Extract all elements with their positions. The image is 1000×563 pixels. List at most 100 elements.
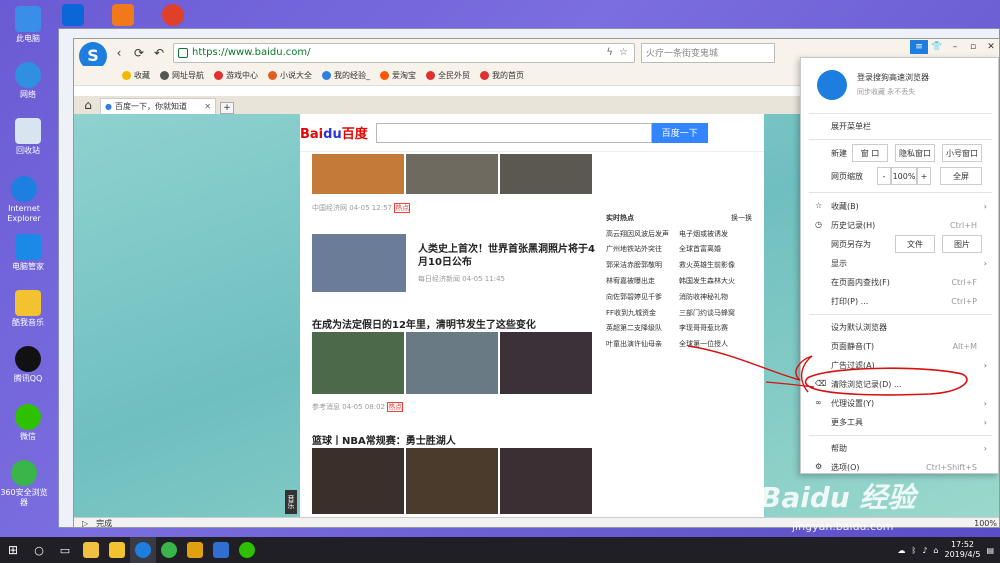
hot-item[interactable]: 高云翔因风波后发声 <box>606 229 679 239</box>
desktop-icon-ie[interactable]: Internet Explorer <box>0 176 50 224</box>
bookmark-item[interactable]: 收藏 <box>122 70 150 81</box>
menu-help[interactable]: 帮助 › <box>831 441 991 455</box>
undo-icon[interactable]: ↶ <box>151 45 167 61</box>
bookmark-item[interactable]: 全民外贸 <box>426 70 470 81</box>
search-box[interactable]: 火疗一条街变鬼城 <box>641 42 775 63</box>
news-title[interactable]: 篮球丨NBA常规赛：勇士胜湖人 <box>312 432 456 447</box>
hot-item[interactable]: 向佐郭碧婷见千爹 <box>606 292 679 302</box>
news-image[interactable] <box>406 332 498 394</box>
search-icon[interactable]: ○ <box>26 537 52 563</box>
back-icon[interactable]: ‹ <box>111 45 127 61</box>
menu-options[interactable]: 选项(O) Ctrl+Shift+S <box>831 460 991 474</box>
zoom-in-button[interactable]: + <box>917 167 931 185</box>
hot-item[interactable]: 全球首富离婚 <box>679 244 752 254</box>
new-tab-button[interactable]: + <box>220 102 234 114</box>
book-app-icon[interactable] <box>208 537 234 563</box>
hot-item[interactable]: 叶童出演许仙母亲 <box>606 339 679 349</box>
desktop-icon-kuwo[interactable]: 酷我音乐 <box>0 290 56 328</box>
skin-icon[interactable]: 👕 <box>928 40 946 54</box>
windows-store-icon[interactable] <box>60 4 86 28</box>
desktop-icon-recycle-bin[interactable]: 回收站 <box>0 118 56 156</box>
close-icon[interactable]: ✕ <box>982 40 1000 54</box>
menu-clear-history[interactable]: 清除浏览记录(D) ... <box>831 377 991 391</box>
bookmark-item[interactable]: 我的首页 <box>480 70 524 81</box>
music-app-icon[interactable] <box>110 4 136 28</box>
bookmark-item[interactable]: 网址导航 <box>160 70 204 81</box>
home-icon[interactable]: ⌂ <box>80 97 96 113</box>
hot-item[interactable]: 李现哥哥惹比赛 <box>679 323 752 333</box>
hot-item[interactable]: 英超第二支降级队 <box>606 323 679 333</box>
bookmark-item[interactable]: 爱淘宝 <box>380 70 416 81</box>
menu-favorites[interactable]: 收藏(B) › <box>831 199 991 213</box>
network-icon[interactable]: ⌂ <box>933 546 938 555</box>
hot-item[interactable]: 三部门约谈马蜂窝 <box>679 308 752 318</box>
desktop-icon-wechat[interactable]: 微信 <box>0 404 56 442</box>
minimize-icon[interactable]: – <box>946 40 964 54</box>
cloud-icon[interactable]: ☁ <box>898 546 906 555</box>
menu-icon[interactable]: ≡ <box>910 40 928 54</box>
menu-display[interactable]: 显示 › <box>831 256 991 270</box>
tab-baidu[interactable]: ● 百度一下，你就知道 ✕ <box>100 98 216 114</box>
news-image[interactable] <box>312 448 404 514</box>
fullscreen-button[interactable]: 全屏 <box>940 167 982 185</box>
lightning-icon[interactable]: ϟ <box>606 47 613 58</box>
news-image[interactable] <box>406 154 498 194</box>
save-image-button[interactable]: 图片 <box>942 235 982 253</box>
file-explorer-icon[interactable] <box>78 537 104 563</box>
desktop-icon-pc-manager[interactable]: 电脑管家 <box>0 234 56 272</box>
hot-item[interactable]: 全球第一位授人 <box>679 339 752 349</box>
news-image[interactable] <box>312 234 406 292</box>
baidu-search-input[interactable] <box>375 122 652 143</box>
wechat-icon[interactable] <box>234 537 260 563</box>
news-image[interactable] <box>500 448 592 514</box>
menu-ad-filter[interactable]: 广告过滤(A) › <box>831 358 991 372</box>
small-window-button[interactable]: 小号窗口 <box>942 144 982 162</box>
news-image[interactable] <box>500 332 592 394</box>
bookmark-item[interactable]: 我的经验_ <box>322 70 370 81</box>
menu-proxy[interactable]: 代理设置(Y) › <box>831 396 991 410</box>
kuwo-icon[interactable] <box>104 537 130 563</box>
desktop-icon-network[interactable]: 网络 <box>0 62 56 100</box>
news-image[interactable] <box>406 448 498 514</box>
menu-set-default[interactable]: 设为默认浏览器 <box>831 320 991 334</box>
start-button[interactable]: ⊞ <box>0 537 26 563</box>
menu-print[interactable]: 打印(P) ... Ctrl+P <box>831 294 991 308</box>
hot-item[interactable]: FF收到九城资金 <box>606 308 679 318</box>
bee-app-icon[interactable] <box>160 4 186 28</box>
notification-icon[interactable]: ▤ <box>986 546 994 555</box>
login-link[interactable]: 登录搜狗高速浏览器 <box>857 72 929 83</box>
refresh-hot-button[interactable]: 换一换 <box>731 213 752 223</box>
save-file-button[interactable]: 文件 <box>895 235 935 253</box>
play-icon[interactable]: ▷ <box>82 519 88 527</box>
news-image[interactable] <box>500 154 592 194</box>
zoom-out-button[interactable]: - <box>877 167 891 185</box>
news-image[interactable] <box>312 332 404 394</box>
hot-item[interactable]: 电子烟或被诱发 <box>679 229 752 239</box>
hot-item[interactable]: 救火英雄生前影像 <box>679 260 752 270</box>
news-image[interactable] <box>312 154 404 194</box>
desktop-icon-360[interactable]: 360安全浏览器 <box>0 460 50 508</box>
bookmark-item[interactable]: 游戏中心 <box>214 70 258 81</box>
bluetooth-icon[interactable]: ᛒ <box>912 546 917 555</box>
volume-icon[interactable]: ♪ <box>922 546 927 555</box>
baidu-logo[interactable]: Baidu百度 <box>300 123 368 142</box>
refresh-icon[interactable]: ⟳ <box>131 45 147 61</box>
hot-item[interactable]: 林宥嘉被曝出走 <box>606 276 679 286</box>
baidu-search-button[interactable]: 百度一下 <box>651 122 708 143</box>
menu-find[interactable]: 在页面内查找(F) Ctrl+F <box>831 275 991 289</box>
address-bar[interactable]: https://www.baidu.com/ ϟ ☆ <box>173 42 635 63</box>
news-title[interactable]: 人类史上首次！世界首张黑洞照片将于4月10日公布 <box>418 243 596 269</box>
360-icon[interactable] <box>156 537 182 563</box>
task-view-icon[interactable]: ▭ <box>52 537 78 563</box>
news-title[interactable]: 在成为法定假日的12年里，清明节发生了这些变化 <box>312 316 536 331</box>
clock[interactable]: 17:52 2019/4/5 <box>945 540 981 560</box>
hot-item[interactable]: 韩国发生森林大火 <box>679 276 752 286</box>
menu-mute[interactable]: 页面静音(T) Alt+M <box>831 339 991 353</box>
menu-more-tools[interactable]: 更多工具 › <box>831 415 991 429</box>
g-app-icon[interactable] <box>182 537 208 563</box>
menu-history[interactable]: 历史记录(H) Ctrl+H <box>831 218 991 232</box>
hot-item[interactable]: 消防收神秘礼物 <box>679 292 752 302</box>
hot-item[interactable]: 郭采洁赤膀郭敬明 <box>606 260 679 270</box>
sogou-browser-icon[interactable] <box>130 537 156 563</box>
menu-expand-bar[interactable]: 展开菜单栏 <box>831 119 991 133</box>
